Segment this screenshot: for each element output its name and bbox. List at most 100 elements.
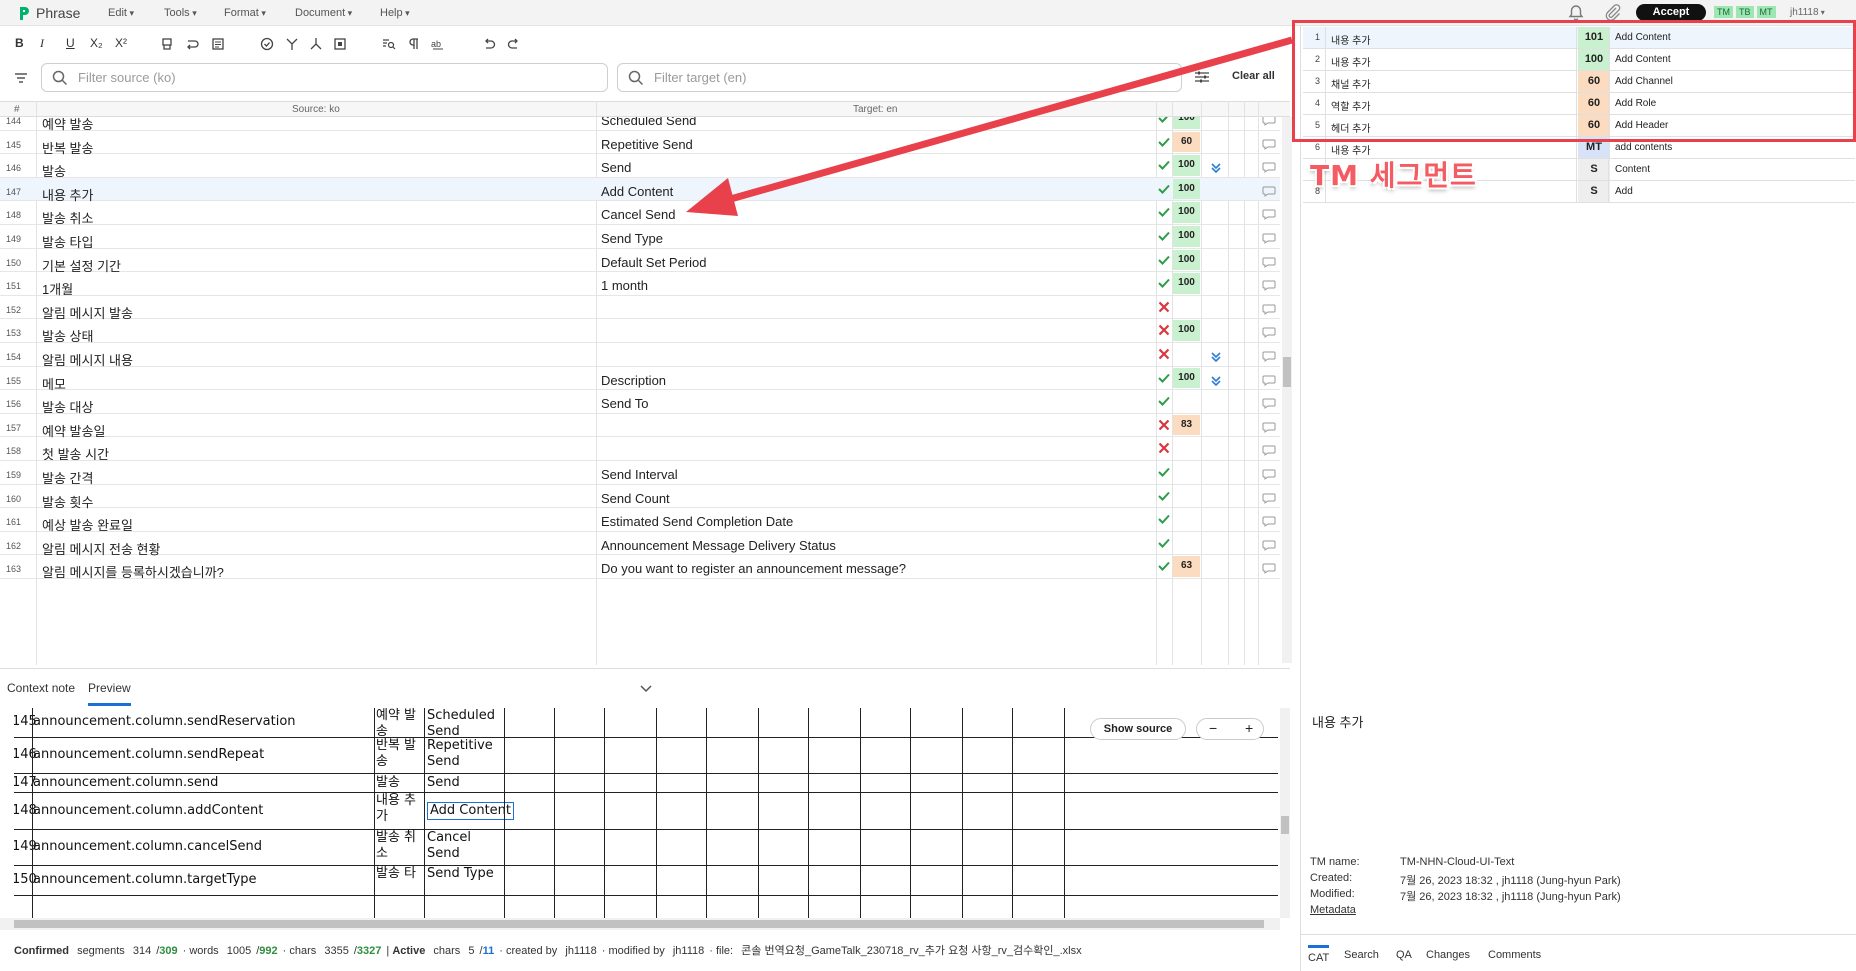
confirmed-status[interactable] bbox=[1157, 159, 1171, 171]
tab-changes[interactable]: Changes bbox=[1426, 949, 1470, 961]
segment-row[interactable]: 149 발송 타입 Send Type 100 bbox=[0, 225, 1280, 250]
segment-row[interactable]: 157 예약 발송일 83 bbox=[0, 414, 1280, 439]
segment-target[interactable]: Add Content bbox=[601, 184, 673, 199]
scrollbar-thumb[interactable] bbox=[14, 920, 1264, 928]
comment-icon[interactable] bbox=[1262, 562, 1276, 575]
menu-help[interactable]: Help bbox=[380, 7, 410, 19]
segment-target[interactable]: Estimated Send Completion Date bbox=[601, 514, 793, 529]
tab-comments[interactable]: Comments bbox=[1488, 949, 1541, 961]
comment-icon[interactable] bbox=[1262, 515, 1276, 528]
segment-target[interactable]: Announcement Message Delivery Status bbox=[601, 538, 836, 553]
superscript-button[interactable]: X² bbox=[115, 36, 127, 50]
confirmed-status[interactable] bbox=[1157, 277, 1171, 289]
underline-button[interactable]: U bbox=[66, 36, 75, 50]
segment-row[interactable]: 154 알림 메시지 내용 bbox=[0, 343, 1280, 368]
segment-row[interactable]: 156 발송 대상 Send To bbox=[0, 390, 1280, 415]
segment-row[interactable]: 148 발송 취소 Cancel Send 100 bbox=[0, 201, 1280, 226]
confirmed-status[interactable] bbox=[1157, 136, 1171, 148]
segment-row[interactable]: 152 알림 메시지 발송 bbox=[0, 296, 1280, 321]
segment-row[interactable]: 147 내용 추가 Add Content 100 bbox=[0, 177, 1280, 203]
tab-qa[interactable]: QA bbox=[1396, 949, 1412, 961]
clear-all-button[interactable]: Clear all bbox=[1232, 70, 1275, 82]
segment-row[interactable]: 155 메모 Description 100 bbox=[0, 367, 1280, 392]
confirmed-status[interactable] bbox=[1157, 230, 1171, 242]
insert-tag-icon[interactable] bbox=[211, 37, 225, 51]
comment-icon[interactable] bbox=[1262, 539, 1276, 551]
comment-icon[interactable] bbox=[1262, 117, 1276, 126]
confirmed-status[interactable] bbox=[1157, 560, 1171, 572]
propagate-down-icon[interactable] bbox=[1211, 163, 1221, 174]
scrollbar-thumb[interactable] bbox=[1281, 816, 1289, 834]
confirmed-status[interactable] bbox=[1157, 395, 1171, 407]
propagate-down-icon[interactable] bbox=[1211, 352, 1221, 362]
clear-format-icon[interactable] bbox=[160, 37, 174, 51]
subscript-button[interactable]: X₂ bbox=[90, 36, 103, 50]
confirmed-status[interactable] bbox=[1157, 183, 1171, 195]
redo-icon[interactable] bbox=[507, 37, 521, 51]
pilcrow-icon[interactable] bbox=[407, 37, 421, 51]
undo-icon[interactable] bbox=[482, 37, 496, 51]
segment-row[interactable]: 150 기본 설정 기간 Default Set Period 100 bbox=[0, 249, 1280, 274]
segment-row[interactable]: 153 발송 상태 100 bbox=[0, 319, 1280, 344]
segment-row[interactable]: 163 알림 메시지를 등록하시겠습니까? Do you want to regis… bbox=[0, 555, 1280, 580]
zoom-in-button[interactable]: + bbox=[1245, 720, 1253, 736]
accept-button[interactable]: Accept bbox=[1636, 4, 1706, 21]
preview-horizontal-scrollbar[interactable] bbox=[0, 918, 1280, 930]
segment-row[interactable]: 160 발송 횟수 Send Count bbox=[0, 485, 1280, 510]
unconfirmed-status[interactable] bbox=[1157, 419, 1171, 431]
confirmed-status[interactable] bbox=[1157, 206, 1171, 218]
comment-icon[interactable] bbox=[1262, 161, 1276, 174]
show-source-button[interactable]: Show source bbox=[1090, 718, 1186, 740]
italic-button[interactable]: I bbox=[40, 36, 44, 51]
menu-tools[interactable]: Tools bbox=[164, 7, 197, 19]
chevron-down-icon[interactable] bbox=[640, 685, 652, 693]
scrollbar-thumb[interactable] bbox=[1283, 357, 1291, 387]
segment-target[interactable]: Do you want to register an announcement … bbox=[601, 561, 906, 576]
comment-icon[interactable] bbox=[1262, 444, 1276, 457]
comment-icon[interactable] bbox=[1262, 138, 1276, 150]
comment-icon[interactable] bbox=[1262, 208, 1276, 221]
segment-target[interactable]: Description bbox=[601, 373, 666, 388]
target-filter-input[interactable] bbox=[654, 70, 1074, 85]
tab-context-note[interactable]: Context note bbox=[7, 681, 75, 695]
zoom-out-button[interactable]: − bbox=[1209, 720, 1217, 736]
confirmed-status[interactable] bbox=[1157, 466, 1171, 478]
segment-target[interactable]: Scheduled Send bbox=[601, 117, 696, 128]
find-replace-icon[interactable] bbox=[382, 37, 396, 51]
copy-source-icon[interactable] bbox=[185, 37, 199, 51]
comment-icon[interactable] bbox=[1262, 374, 1276, 386]
lock-segment-icon[interactable] bbox=[333, 37, 347, 51]
spellcheck-icon[interactable]: ab bbox=[431, 37, 447, 51]
segment-target[interactable]: 1 month bbox=[601, 278, 648, 293]
comment-icon[interactable] bbox=[1262, 468, 1276, 480]
segment-row[interactable]: 145 반복 발송 Repetitive Send 60 bbox=[0, 131, 1280, 156]
segment-target[interactable]: Repetitive Send bbox=[601, 137, 693, 152]
unconfirmed-status[interactable] bbox=[1157, 442, 1171, 454]
confirmed-status[interactable] bbox=[1157, 372, 1171, 384]
propagate-down-icon[interactable] bbox=[1211, 376, 1221, 386]
confirmed-status[interactable] bbox=[1157, 490, 1171, 502]
preview-vertical-scrollbar[interactable] bbox=[1280, 708, 1290, 918]
segment-row[interactable]: 146 발송 Send 100 bbox=[0, 154, 1280, 179]
tab-cat[interactable]: CAT bbox=[1308, 945, 1330, 964]
segment-target[interactable]: Cancel Send bbox=[601, 207, 675, 222]
confirmed-status[interactable] bbox=[1157, 537, 1171, 549]
comment-icon[interactable] bbox=[1262, 326, 1276, 339]
comment-icon[interactable] bbox=[1262, 303, 1276, 315]
split-icon[interactable] bbox=[285, 37, 299, 51]
bell-icon[interactable] bbox=[1568, 4, 1584, 21]
segment-row[interactable]: 144 예약 발송 Scheduled Send 100 bbox=[0, 117, 1280, 132]
comment-icon[interactable] bbox=[1262, 185, 1276, 197]
preview-target[interactable]: Add Content bbox=[427, 802, 515, 820]
metadata-link[interactable]: Metadata bbox=[1310, 904, 1356, 916]
source-filter-input[interactable] bbox=[78, 70, 498, 85]
app-logo[interactable]: Phrase bbox=[18, 5, 80, 21]
comment-icon[interactable] bbox=[1262, 279, 1276, 292]
unconfirmed-status[interactable] bbox=[1157, 324, 1171, 336]
grid-scrollbar[interactable] bbox=[1282, 117, 1292, 663]
segment-target[interactable]: Send Interval bbox=[601, 467, 678, 482]
tab-search[interactable]: Search bbox=[1344, 949, 1379, 961]
bold-button[interactable]: B bbox=[15, 36, 24, 50]
comment-icon[interactable] bbox=[1262, 256, 1276, 268]
menu-document[interactable]: Document bbox=[295, 7, 352, 19]
